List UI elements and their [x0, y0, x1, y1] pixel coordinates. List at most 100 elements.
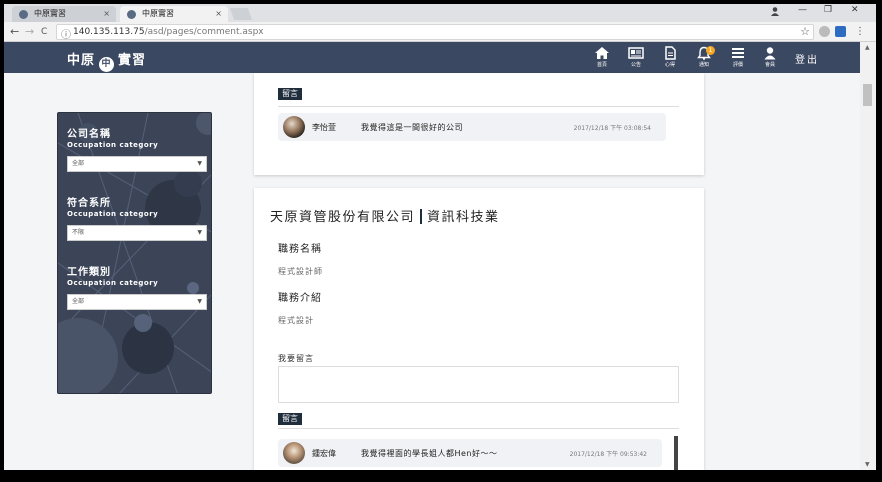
avatar: [283, 116, 305, 138]
comment-text: 我覺得這是一間很好的公司: [361, 123, 463, 132]
comment-textarea[interactable]: [278, 366, 679, 403]
comment-time: 2017/12/18 下午 03:08:54: [573, 125, 651, 132]
job-title-label: 職務名稱: [278, 244, 322, 255]
select-value: 全部: [72, 160, 85, 167]
select-value: 全部: [72, 298, 85, 305]
logo-mark-icon: 中: [99, 57, 115, 72]
filter-sidebar: 公司名稱 Occupation category 全部 ▼ 符合系所 Occupa…: [57, 112, 212, 394]
newspaper-icon: [628, 47, 644, 59]
filter-subtitle: Occupation category: [67, 210, 159, 218]
filter-title: 工作類別: [67, 267, 111, 278]
nav-label: 心得: [664, 62, 675, 68]
company-card: 天原資管股份有限公司 資訊科技業 職務名稱 程式設計師 職務介紹 程式設計 我要留…: [254, 188, 704, 470]
filter-title: 公司名稱: [67, 129, 111, 140]
company-name: 天原資管股份有限公司: [270, 210, 416, 225]
nav-announcements[interactable]: 公告: [623, 46, 649, 68]
back-button[interactable]: ←: [10, 25, 19, 39]
avatar: [283, 442, 305, 464]
job-intro-value: 程式設計: [278, 316, 314, 325]
home-icon: [595, 47, 609, 59]
filter-company: 公司名稱 Occupation category 全部 ▼: [67, 125, 207, 172]
nav-home[interactable]: 首頁: [589, 46, 615, 68]
dropdown-arrow-icon: ▼: [197, 160, 202, 167]
logo-text-left: 中原: [67, 53, 96, 68]
forward-button[interactable]: →: [25, 25, 34, 39]
filter-subtitle: Occupation category: [67, 141, 159, 149]
web-page: 中原中實習 首頁 公告 心得 1 通知 評價 會員 登出 公司名稱 Occupa…: [4, 42, 860, 470]
department-select[interactable]: 不限 ▼: [67, 225, 207, 241]
nav-label: 公告: [630, 62, 641, 68]
site-navbar: 中原中實習 首頁 公告 心得 1 通知 評價 會員 登出: [4, 42, 860, 73]
comment-tag: 留言: [278, 88, 302, 100]
leave-comment-label: 我要留言: [278, 354, 314, 363]
nav-label: 首頁: [596, 62, 607, 68]
user-icon: [764, 47, 776, 60]
extension-icon[interactable]: [835, 26, 846, 37]
url-host: 140.135.113.75: [73, 27, 145, 37]
nav-reviews[interactable]: 評價: [725, 46, 751, 68]
browser-tab-1[interactable]: 中原實習 ×: [12, 6, 116, 22]
comment-author: 鍾宏偉: [312, 449, 336, 458]
filter-department: 符合系所 Occupation category 不限 ▼: [67, 194, 207, 241]
job-type-select[interactable]: 全部 ▼: [67, 294, 207, 310]
browser-tab-2[interactable]: 中原實習 ×: [120, 6, 228, 22]
select-value: 不限: [72, 229, 85, 236]
comment-item: 鍾宏偉 我覺得裡面的學長姐人都Hen好～～ 2017/12/18 下午 09:5…: [278, 439, 662, 467]
submit-comment-button[interactable]: 留言: [278, 413, 302, 425]
dropdown-arrow-icon: ▼: [197, 298, 202, 305]
browser-menu-icon[interactable]: ⋮: [855, 25, 865, 39]
browser-toolbar: ← → C ⓘ 140.135.113.75/asd/pages/comment…: [4, 22, 876, 42]
dropdown-arrow-icon: ▼: [197, 229, 202, 236]
nav-label: 會員: [764, 62, 775, 68]
company-select[interactable]: 全部 ▼: [67, 156, 207, 172]
filter-title: 符合系所: [67, 198, 111, 209]
scroll-up-icon[interactable]: ▲: [865, 44, 870, 51]
comment-author: 李怡萱: [312, 123, 336, 132]
favicon-icon: [127, 10, 136, 19]
page-scrollbar[interactable]: ▲ ▼: [860, 42, 876, 470]
company-heading: 天原資管股份有限公司 資訊科技業: [270, 206, 500, 225]
site-logo[interactable]: 中原中實習: [67, 49, 146, 72]
filter-subtitle: Occupation category: [67, 279, 159, 287]
browser-window: 中原實習 × 中原實習 × — ❐ ✕ ← → C ⓘ 140.135.113.…: [4, 4, 876, 470]
job-intro-label: 職務介紹: [278, 293, 322, 304]
address-bar[interactable]: ⓘ 140.135.113.75/asd/pages/comment.aspx …: [56, 24, 814, 41]
favicon-icon: [19, 10, 28, 19]
tab-title: 中原實習: [34, 9, 66, 18]
nav-label: 通知: [698, 62, 709, 68]
tab-title: 中原實習: [142, 9, 174, 18]
nav-label: 評價: [732, 62, 743, 68]
new-tab-button[interactable]: [229, 8, 253, 20]
divider: [278, 428, 679, 429]
tab-close-icon[interactable]: ×: [103, 6, 110, 22]
industry-name: 資訊科技業: [427, 210, 500, 225]
logo-text-right: 實習: [118, 53, 147, 68]
comment-time: 2017/12/18 下午 09:53:42: [569, 451, 647, 458]
bookmark-star-icon[interactable]: ☆: [800, 25, 810, 38]
notification-badge: 1: [706, 46, 715, 55]
company-card-previous: 留言 李怡萱 我覺得這是一間很好的公司 2017/12/18 下午 03:08:…: [254, 73, 704, 175]
logout-link[interactable]: 登出: [795, 51, 819, 66]
filter-job-type: 工作類別 Occupation category 全部 ▼: [67, 263, 207, 310]
info-icon[interactable]: ⓘ: [61, 26, 71, 41]
nav-experience[interactable]: 心得: [657, 46, 683, 68]
profile-icon[interactable]: [770, 6, 780, 16]
tab-close-icon[interactable]: ×: [215, 6, 222, 22]
nav-member[interactable]: 會員: [757, 46, 783, 68]
comment-item: 李怡萱 我覺得這是一間很好的公司 2017/12/18 下午 03:08:54: [278, 113, 666, 141]
scroll-down-icon[interactable]: ▼: [865, 461, 870, 468]
heading-divider: [420, 209, 423, 224]
close-window-button[interactable]: ✕: [851, 5, 859, 15]
scrollbar-thumb[interactable]: [863, 84, 872, 106]
extension-icon[interactable]: [819, 26, 830, 37]
restore-button[interactable]: ❐: [824, 5, 832, 15]
minimize-button[interactable]: —: [798, 5, 807, 15]
tab-strip: 中原實習 × 中原實習 × — ❐ ✕: [4, 4, 876, 22]
url-path: /asd/pages/comment.aspx: [144, 27, 264, 37]
comment-list-scrollbar[interactable]: [674, 436, 678, 470]
reload-button[interactable]: C: [41, 25, 47, 39]
menu-icon: [732, 48, 744, 58]
nav-notifications[interactable]: 1 通知: [691, 46, 717, 68]
comment-text: 我覺得裡面的學長姐人都Hen好～～: [361, 449, 498, 458]
divider: [278, 106, 679, 107]
